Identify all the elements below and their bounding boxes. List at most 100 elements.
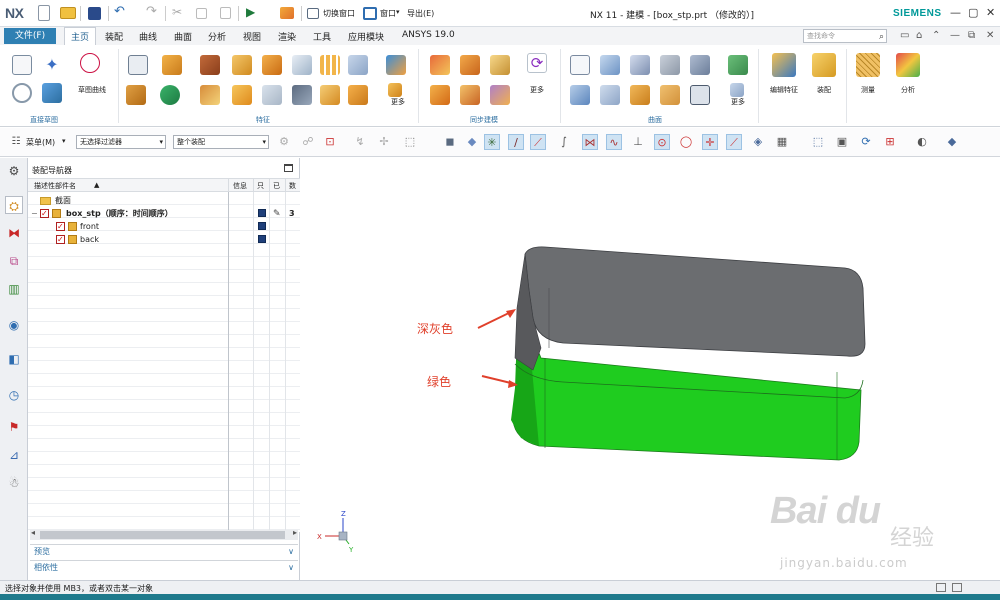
center-snap-icon[interactable]: ⊙ — [654, 134, 670, 150]
maximize-icon[interactable]: ▢ — [968, 6, 978, 19]
block-icon[interactable] — [232, 55, 252, 75]
column-header-count[interactable]: 数 — [289, 181, 296, 191]
constraint-navigator-icon[interactable]: ⧓ — [5, 224, 23, 242]
help-icon[interactable]: ▭ — [900, 30, 909, 41]
column-header-part-name[interactable]: 描述性部件名 — [34, 181, 76, 191]
extrude-icon[interactable] — [128, 55, 148, 75]
visibility-checkbox[interactable] — [56, 233, 65, 246]
tab-home[interactable]: 主页 — [64, 27, 97, 45]
feature-more-button[interactable]: 更多 — [384, 83, 412, 109]
studio-surface-icon[interactable] — [660, 55, 680, 75]
tab-ansys[interactable]: ANSYS 19.0 — [402, 30, 455, 40]
fill-surface-icon[interactable] — [600, 85, 620, 105]
collapse-toggle-icon[interactable]: − — [31, 207, 38, 220]
view-orient-icon[interactable]: ⊞ — [882, 134, 898, 150]
save-icon[interactable] — [88, 7, 101, 20]
n-sided-surface-icon[interactable] — [690, 55, 710, 75]
model-canvas[interactable]: Z X Y — [301, 158, 1000, 580]
object-filter-icon[interactable]: ☍ — [300, 134, 316, 150]
sync-more-button[interactable]: ⟳ 更多 — [520, 49, 554, 111]
extend-sheet-icon[interactable] — [660, 85, 680, 105]
bounded-plane-icon[interactable] — [570, 85, 590, 105]
resize-blend-icon[interactable] — [490, 85, 510, 105]
sketch-icon[interactable] — [12, 55, 32, 75]
minimize-icon[interactable]: — — [950, 6, 961, 19]
tab-application[interactable]: 应用模块 — [348, 30, 384, 43]
visibility-checkbox[interactable] — [56, 220, 65, 233]
tangent-snap-icon[interactable]: ⊥ — [630, 134, 646, 150]
intersect-icon[interactable] — [320, 85, 340, 105]
import-export-label[interactable]: 导出(E) — [407, 8, 434, 19]
history-icon[interactable]: ◧ — [5, 350, 23, 368]
intersection-snap-icon[interactable]: ✛ — [702, 134, 718, 150]
extrude-curve-icon[interactable] — [42, 83, 62, 103]
switch-window-icon[interactable] — [307, 8, 319, 19]
sweep-surface-icon[interactable] — [630, 55, 650, 75]
tree-row-front[interactable]: front — [28, 220, 300, 233]
cube-solid-icon[interactable]: ◼ — [442, 134, 458, 150]
endpoint-snap-icon[interactable]: ⟋ — [530, 134, 546, 150]
graphics-window[interactable]: Z X Y 深灰色 绿色 — [301, 158, 1000, 580]
replace-face-icon[interactable] — [430, 85, 450, 105]
collapse-ribbon-icon[interactable]: ⌃ — [932, 30, 940, 41]
selection-filter-dropdown[interactable]: 无选择过滤器 ▾ — [76, 135, 166, 149]
pick-filter-icon[interactable]: ✢ — [376, 134, 392, 150]
ribbon-close-icon[interactable]: ✕ — [986, 30, 994, 41]
status-grid-icon[interactable] — [936, 583, 946, 592]
shell-icon[interactable] — [348, 55, 368, 75]
revolve-icon[interactable] — [162, 55, 182, 75]
tree-row-section[interactable]: 截面 — [28, 194, 300, 207]
tab-curve[interactable]: 曲线 — [139, 30, 157, 43]
home-icon[interactable]: ⌂ — [916, 30, 922, 41]
chamfer-icon[interactable] — [262, 85, 282, 105]
surface-more-button[interactable]: 更多 — [724, 83, 752, 109]
display-mode-icon[interactable]: ◆ — [944, 134, 960, 150]
spline-snap-icon[interactable]: ∿ — [606, 134, 622, 150]
unite-icon[interactable] — [160, 85, 180, 105]
grid-snap-icon[interactable]: ▦ — [774, 134, 790, 150]
delete-face-icon[interactable] — [460, 85, 480, 105]
scroll-left-icon[interactable]: ◂ — [31, 528, 35, 537]
search-icon[interactable]: ⌕ — [879, 31, 884, 43]
command-search-input[interactable]: 查找命令 ⌕ — [803, 29, 887, 43]
paste-icon[interactable] — [220, 7, 231, 19]
status-window-icon[interactable] — [952, 583, 962, 592]
repeat-command-icon[interactable]: ▶ — [246, 5, 262, 21]
menu-dropdown-icon[interactable]: ▾ — [62, 137, 66, 145]
fit-view-icon[interactable]: ⬚ — [810, 134, 826, 150]
window-icon[interactable] — [363, 7, 377, 20]
sort-ascending-icon[interactable]: ▲ — [94, 181, 99, 189]
hole-icon[interactable] — [200, 55, 220, 75]
blend-icon[interactable] — [126, 85, 146, 105]
curve-snap-icon[interactable]: ∫ — [556, 134, 572, 150]
datum-plane-icon[interactable] — [386, 55, 406, 75]
resource-settings-icon[interactable]: ⚙ — [5, 162, 23, 180]
assembly-navigator-icon[interactable]: ⛭ — [5, 196, 23, 214]
sew-icon[interactable] — [690, 85, 710, 105]
tab-assembly[interactable]: 装配 — [105, 30, 123, 43]
cut-icon[interactable]: ✂ — [172, 5, 188, 21]
reuse-library-icon[interactable]: ▥ — [5, 280, 23, 298]
window-menu-label[interactable]: 窗口 — [380, 8, 396, 19]
clock-history-icon[interactable]: ◷ — [5, 386, 23, 404]
through-curves-icon[interactable] — [570, 55, 590, 75]
tab-analysis[interactable]: 分析 — [208, 30, 226, 43]
tab-view[interactable]: 视图 — [243, 30, 261, 43]
column-header-info[interactable]: 信息 — [233, 181, 247, 191]
assembly-button[interactable]: 装配 — [804, 49, 844, 109]
surface-tool-icon[interactable] — [728, 55, 748, 75]
select-filter-icon[interactable]: ⚙ — [276, 134, 292, 150]
quadrant-snap-icon[interactable]: ◯ — [678, 134, 694, 150]
process-studio-icon[interactable]: ⊿ — [5, 446, 23, 464]
move-face-icon[interactable] — [430, 55, 450, 75]
tree-row-back[interactable]: back — [28, 233, 300, 246]
offset-region-icon[interactable] — [490, 55, 510, 75]
measure-button[interactable]: 测量 — [848, 49, 888, 109]
ribbon-minimize-icon[interactable]: — — [950, 30, 960, 41]
subtract-icon[interactable] — [292, 85, 312, 105]
analysis-button[interactable]: 分析 — [888, 49, 928, 109]
web-browser-icon[interactable]: ◉ — [5, 316, 23, 334]
column-header-modified[interactable]: 已 — [273, 181, 280, 191]
cylinder-icon[interactable] — [262, 55, 282, 75]
zoom-icon[interactable]: ▣ — [834, 134, 850, 150]
